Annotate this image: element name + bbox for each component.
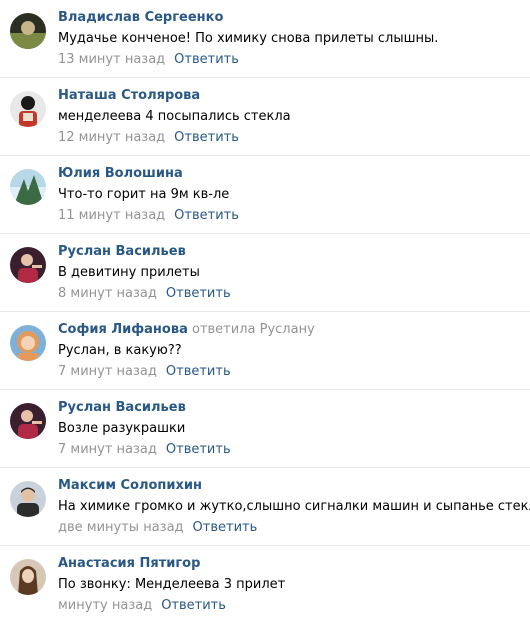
comment-meta: 11 минут назад Ответить — [58, 207, 524, 225]
comment-body: Наташа Столярова менделеева 4 посыпались… — [58, 87, 524, 147]
author-name[interactable]: Максим Солопихин — [58, 478, 202, 493]
comment-body: Максим Солопихин На химике громко и жутк… — [58, 477, 530, 537]
comment-item: Наташа Столярова менделеева 4 посыпались… — [0, 78, 530, 156]
reply-button[interactable]: Ответить — [174, 130, 239, 145]
reply-button[interactable]: Ответить — [166, 442, 231, 457]
author-name[interactable]: Руслан Васильев — [58, 400, 186, 415]
timestamp[interactable]: минуту назад — [58, 598, 152, 613]
timestamp[interactable]: две минуты назад — [58, 520, 184, 535]
comment-item: Максим Солопихин На химике громко и жутк… — [0, 468, 530, 546]
comment-header: София Лифанова ответила Руслану — [58, 321, 524, 339]
timestamp[interactable]: 8 минут назад — [58, 286, 157, 301]
timestamp[interactable]: 7 минут назад — [58, 442, 157, 457]
comment-header: Анастасия Пятигор — [58, 555, 524, 573]
author-name[interactable]: София Лифанова — [58, 322, 188, 337]
reply-button[interactable]: Ответить — [174, 208, 239, 223]
comment-item: Руслан Васильев В девитину прилеты 8 мин… — [0, 234, 530, 312]
comment-text: По звонку: Менделеева 3 прилет — [58, 577, 286, 592]
comment-text: Возле разукрашки — [58, 421, 186, 436]
avatar[interactable] — [10, 247, 46, 283]
comment-item: Руслан Васильев Возле разукрашки 7 минут… — [0, 390, 530, 468]
avatar[interactable] — [10, 13, 46, 49]
author-name[interactable]: Наташа Столярова — [58, 88, 200, 103]
comment-text: На химике громко и жутко,слышно сигналки… — [58, 499, 530, 514]
comment-body: Юлия Волошина Что-то горит на 9м кв-ле 1… — [58, 165, 524, 225]
comment-item: Юлия Волошина Что-то горит на 9м кв-ле 1… — [0, 156, 530, 234]
timestamp[interactable]: 13 минут назад — [58, 52, 165, 67]
comment-meta: две минуты назад Ответить — [58, 519, 524, 537]
avatar[interactable] — [10, 481, 46, 517]
comment-body: Руслан Васильев Возле разукрашки 7 минут… — [58, 399, 524, 459]
reply-button[interactable]: Ответить — [193, 520, 258, 535]
comment-text: В девитину прилеты — [58, 265, 200, 280]
comment-body: Руслан Васильев В девитину прилеты 8 мин… — [58, 243, 524, 303]
comment-meta: 12 минут назад Ответить — [58, 129, 524, 147]
comment-meta: 7 минут назад Ответить — [58, 363, 524, 381]
comment-text: Руслан, в какую?? — [58, 343, 182, 358]
comment-header: Наташа Столярова — [58, 87, 524, 105]
comment-text: менделеева 4 посыпались стекла — [58, 109, 291, 124]
reply-button[interactable]: Ответить — [166, 364, 231, 379]
author-name[interactable]: Владислав Сергеенко — [58, 10, 223, 25]
author-name[interactable]: Руслан Васильев — [58, 244, 186, 259]
comment-header: Юлия Волошина — [58, 165, 524, 183]
avatar[interactable] — [10, 403, 46, 439]
reply-button[interactable]: Ответить — [174, 52, 239, 67]
comment-header: Руслан Васильев — [58, 399, 524, 417]
avatar[interactable] — [10, 325, 46, 361]
author-name[interactable]: Юлия Волошина — [58, 166, 183, 181]
comment-item: Анастасия Пятигор По звонку: Менделеева … — [0, 546, 530, 624]
reply-to-name[interactable]: Руслану — [260, 322, 315, 337]
reply-button[interactable]: Ответить — [161, 598, 226, 613]
comment-item: София Лифанова ответила Руслану Руслан, … — [0, 312, 530, 390]
comment-item: Владислав Сергеенко Мудачье конченое! По… — [0, 0, 530, 78]
comment-meta: 8 минут назад Ответить — [58, 285, 524, 303]
avatar[interactable] — [10, 559, 46, 595]
comment-meta: минуту назад Ответить — [58, 597, 524, 615]
comment-text: Что-то горит на 9м кв-ле — [58, 187, 230, 202]
timestamp[interactable]: 11 минут назад — [58, 208, 165, 223]
reply-button[interactable]: Ответить — [166, 286, 231, 301]
avatar[interactable] — [10, 169, 46, 205]
comment-header: Владислав Сергеенко — [58, 9, 524, 27]
comments-list: Владислав Сергеенко Мудачье конченое! По… — [0, 0, 530, 624]
timestamp[interactable]: 12 минут назад — [58, 130, 165, 145]
avatar[interactable] — [10, 91, 46, 127]
comment-text: Мудачье конченое! По химику снова прилет… — [58, 31, 439, 46]
comment-body: София Лифанова ответила Руслану Руслан, … — [58, 321, 524, 381]
author-name[interactable]: Анастасия Пятигор — [58, 556, 200, 571]
comment-body: Владислав Сергеенко Мудачье конченое! По… — [58, 9, 524, 69]
reply-to-label: ответила Руслану — [192, 322, 315, 337]
reply-to-prefix: ответила — [191, 322, 256, 337]
comment-meta: 13 минут назад Ответить — [58, 51, 524, 69]
comment-body: Анастасия Пятигор По звонку: Менделеева … — [58, 555, 524, 615]
comment-meta: 7 минут назад Ответить — [58, 441, 524, 459]
timestamp[interactable]: 7 минут назад — [58, 364, 157, 379]
comment-header: Руслан Васильев — [58, 243, 524, 261]
comment-header: Максим Солопихин — [58, 477, 524, 495]
